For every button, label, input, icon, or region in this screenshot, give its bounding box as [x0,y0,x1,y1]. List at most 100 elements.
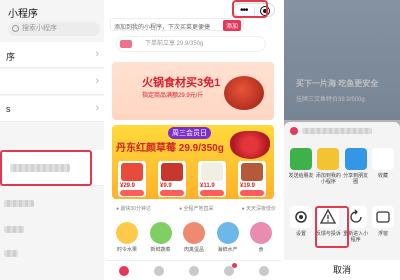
product-price: ¥29.9 [120,183,136,189]
location-bar[interactable]: 下单前立享 29.9/350g [116,36,266,52]
feature-item: ● 最快30分钟达 [116,206,151,212]
add-notice: 添加到我的小程序，下次买菜更便捷 添加 [110,18,244,31]
category-label: 海鲜水产 [217,247,238,253]
blurred-text [4,200,34,207]
tab-cart-icon[interactable] [223,262,237,276]
banner-title: 火锅食材买3免1 [142,77,221,89]
option-label: 设置 [295,231,306,237]
tab-category-icon[interactable] [153,265,164,276]
tab-home-icon[interactable] [118,265,129,276]
member-day-banner[interactable]: 周三会员日 丹东红颜草莓 29.9/350g ¥29.9 ¥9.9 ¥11.9 … [112,125,274,199]
hotpot-image [224,76,264,110]
seafood-icon [216,222,239,244]
favorite-option[interactable]: 收藏 [370,148,396,185]
product-image [201,163,223,181]
sheet-header [290,126,394,136]
product-card[interactable]: ¥29.9 [118,161,146,197]
promo-banner[interactable]: 火锅食材买3免1 指定商品满额29.9元/斤 [112,62,274,120]
gear-icon [290,206,312,228]
product-image [241,163,263,181]
product-price: ¥19.9 [240,183,256,189]
list-item[interactable]: s › [0,96,105,122]
list-item[interactable]: › [0,69,105,95]
feature-strip: ● 最快30分钟达 ● 全程产地直采 ● 天天深夜低价 [116,205,276,215]
float-window-icon [371,206,394,228]
list-item-label: 序 [6,52,16,62]
search-placeholder: 搜索小程序 [22,25,57,32]
float-window-option[interactable]: 浮窗 [370,206,396,243]
promo-bar: 周三会员日 [168,127,211,139]
category-label: 新鲜蔬菜 [150,247,171,253]
tab-bar [106,260,281,280]
moments-icon [344,148,367,170]
member-price-tag [200,190,224,196]
screen-mini-program-home: 添加到我的小程序，下次买菜更便捷 添加 ••• 下单前立享 29.9/350g … [106,0,281,280]
highlight-box [315,206,349,248]
fruit-icon [116,222,138,244]
cancel-button[interactable]: 取消 [284,260,400,280]
category-seafood[interactable]: 海鲜水产 [215,222,241,256]
blurred-app-name [302,128,372,134]
tab-discover-icon[interactable] [188,265,199,276]
add-button[interactable]: 添加 [222,20,241,31]
settings-option[interactable]: 设置 [288,206,314,243]
member-price-tag [240,190,264,196]
category-more[interactable]: 食 [248,222,274,256]
gift-icon [250,222,272,244]
vegetable-icon [149,222,172,244]
product-image [161,163,183,181]
share-icon [290,148,312,170]
dots-icon [317,148,340,170]
location-text: 下单前立享 29.9/350g [145,41,204,47]
category-row: 时令水果 新鲜蔬菜 肉禽蛋品 海鲜水产 食 [114,222,274,256]
option-label: 添加到我的小程序 [315,173,341,185]
screen-action-sheet: 买下一片海 吃鱼更安全 挂牌三文鱼特价39.9/500g 发送给朋友 添加到我的… [284,0,400,280]
location-icon [120,40,132,48]
product-image [121,163,143,181]
option-label: 分享到朋友圈 [343,173,369,185]
meat-icon [183,222,205,244]
chevron-right-icon: › [95,75,99,87]
category-label: 时令水果 [116,247,137,253]
share-to-friend-option[interactable]: 发送给朋友 [288,148,314,185]
search-icon [12,25,19,32]
list-item[interactable]: 序 › [0,42,105,68]
screen-mini-program-list: 小程序 搜索小程序 序 › › s › [0,0,105,280]
add-to-my-mini-program-option[interactable]: 添加到我的小程序 [315,148,341,185]
list-item-label: s [6,104,11,114]
category-label: 肉禽蛋品 [183,247,204,253]
tab-profile-icon[interactable] [258,265,269,276]
blurred-text [4,250,18,257]
highlight-box [232,0,268,18]
feature-item: ● 全程产地直采 [179,206,214,212]
feature-item: ● 天天深夜低价 [241,206,276,212]
product-price: ¥9.9 [160,183,172,189]
notice-text: 添加到我的小程序，下次买菜更便捷 [114,25,211,31]
category-label: 食 [258,247,264,253]
option-label: 发送给朋友 [288,173,314,179]
action-sheet: 发送给朋友 添加到我的小程序 分享到朋友圈 收藏 设置 反馈与投诉 重新进入小程… [284,122,400,280]
app-logo [290,127,298,135]
star-icon [371,148,394,170]
strawberry-image [230,131,270,159]
member-price-tag [120,190,144,196]
share-to-moments-option[interactable]: 分享到朋友圈 [343,148,369,185]
chevron-right-icon: › [95,102,99,114]
product-card[interactable]: ¥9.9 [158,161,186,197]
search-input[interactable]: 搜索小程序 [8,22,100,36]
product-price: ¥11.9 [200,183,215,189]
category-fruit[interactable]: 时令水果 [114,222,140,256]
product-card[interactable]: ¥11.9 [198,161,226,197]
category-vegetable[interactable]: 新鲜蔬菜 [148,222,174,256]
options-row-1: 发送给朋友 添加到我的小程序 分享到朋友圈 收藏 [288,148,396,185]
option-label: 浮窗 [377,231,388,237]
blurred-text [4,226,24,233]
promo-headline: 丹东红颜草莓 29.9/350g [116,143,224,154]
banner-subtitle: 指定商品满额29.9元/斤 [142,93,204,99]
highlight-box [0,150,92,186]
chevron-right-icon: › [95,48,99,60]
category-meat[interactable]: 肉禽蛋品 [181,222,207,256]
member-price-tag [160,190,184,196]
option-label: 收藏 [377,173,388,179]
product-card[interactable]: ¥19.9 [238,161,266,197]
